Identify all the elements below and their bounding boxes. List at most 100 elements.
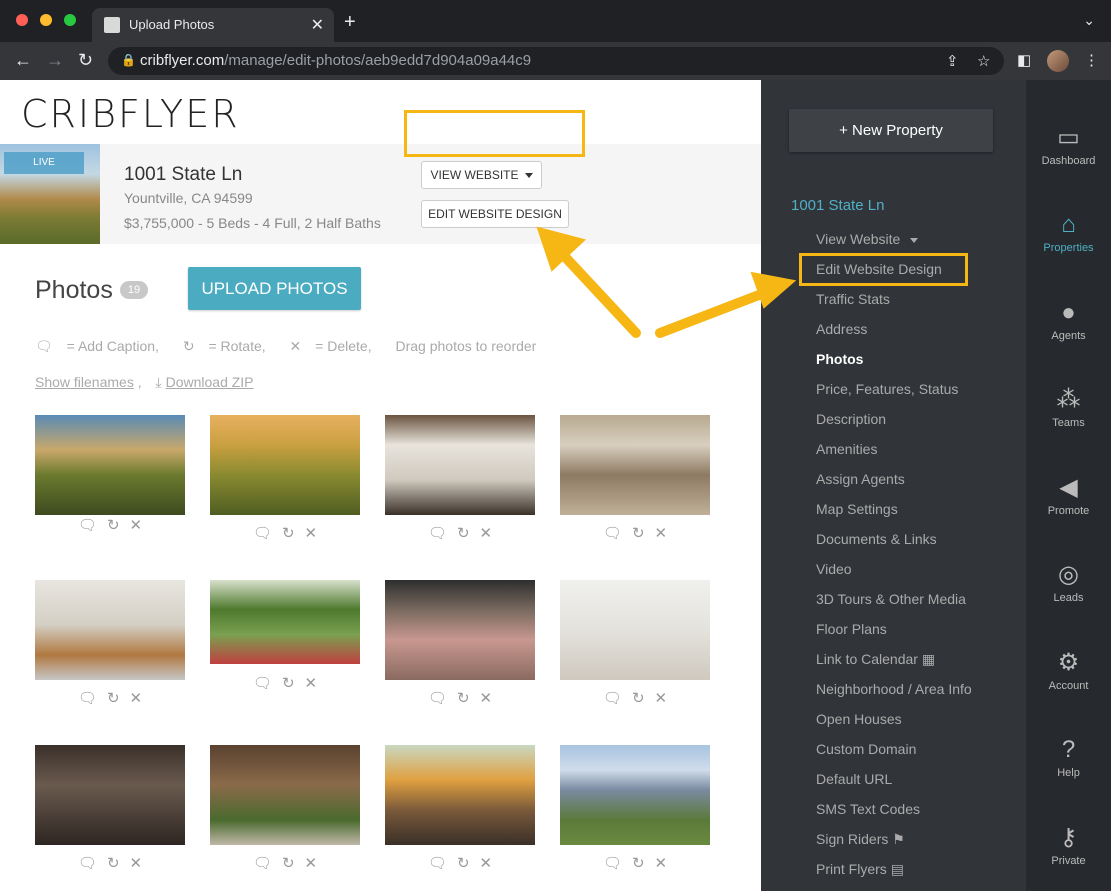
photo-thumbnail[interactable] — [210, 745, 360, 845]
sidebar-item-3d-tours[interactable]: 3D Tours & Other Media — [816, 591, 966, 607]
add-caption-icon[interactable]: 🗨 — [78, 516, 97, 534]
rotate-icon[interactable]: ↻ — [282, 854, 295, 872]
sidebar-item-amenities[interactable]: Amenities — [816, 441, 877, 457]
photo-thumbnail[interactable] — [35, 745, 185, 845]
address-bar[interactable]: 🔒 cribflyer.com/manage/edit-photos/aeb9e… — [108, 47, 1004, 75]
sidebar-item-view-website[interactable]: View Website — [816, 231, 919, 247]
add-caption-icon[interactable]: 🗨 — [428, 854, 447, 872]
add-caption-icon[interactable]: 🗨 — [603, 689, 622, 707]
side-panel-icon[interactable]: ◧ — [1017, 51, 1031, 69]
rotate-icon[interactable]: ↻ — [632, 524, 645, 542]
sidebar-item-video[interactable]: Video — [816, 561, 852, 577]
sidebar-item-neighborhood[interactable]: Neighborhood / Area Info — [816, 681, 972, 697]
bookmark-star-icon[interactable]: ☆ — [977, 52, 990, 70]
nav-promote[interactable]: ◀ Promote — [1026, 474, 1111, 517]
browser-tab[interactable]: Upload Photos ✕ — [92, 8, 334, 42]
close-tab-icon[interactable]: ✕ — [311, 15, 324, 35]
photo-thumbnail[interactable] — [35, 580, 185, 680]
delete-icon[interactable]: ✕ — [130, 854, 143, 872]
photo-thumbnail[interactable] — [560, 745, 710, 845]
delete-icon[interactable]: ✕ — [130, 689, 143, 707]
rotate-icon[interactable]: ↻ — [107, 516, 120, 534]
view-website-button[interactable]: VIEW WEBSITE — [421, 161, 542, 189]
delete-icon[interactable]: ✕ — [655, 854, 668, 872]
delete-icon[interactable]: ✕ — [480, 524, 493, 542]
add-caption-icon[interactable]: 🗨 — [428, 524, 447, 542]
sidebar-item-sign-riders[interactable]: Sign Riders ⚑ — [816, 831, 905, 848]
sidebar-item-print-flyers[interactable]: Print Flyers ▤ — [816, 861, 904, 878]
edit-website-design-button[interactable]: EDIT WEBSITE DESIGN — [421, 200, 569, 228]
nav-agents[interactable]: ● Agents — [1026, 299, 1111, 342]
add-caption-icon[interactable]: 🗨 — [428, 689, 447, 707]
nav-properties[interactable]: ⌂ Properties — [1026, 211, 1111, 254]
nav-leads[interactable]: ◎ Leads — [1026, 561, 1111, 604]
forward-icon[interactable]: → — [46, 50, 64, 71]
tab-search-icon[interactable]: ⌄ — [1083, 12, 1095, 29]
add-caption-icon[interactable]: 🗨 — [603, 524, 622, 542]
add-caption-icon[interactable]: 🗨 — [253, 674, 272, 692]
sidebar-property-name[interactable]: 1001 State Ln — [791, 197, 884, 214]
show-filenames-link[interactable]: Show filenames — [35, 374, 134, 390]
photo-thumbnail[interactable] — [560, 580, 710, 680]
sidebar-item-open-houses[interactable]: Open Houses — [816, 711, 902, 727]
delete-icon[interactable]: ✕ — [130, 516, 143, 534]
property-thumbnail[interactable]: LIVE — [0, 144, 100, 244]
photo-thumbnail[interactable] — [210, 415, 360, 515]
sidebar-item-assign-agents[interactable]: Assign Agents — [816, 471, 905, 487]
rotate-icon[interactable]: ↻ — [457, 524, 470, 542]
photo-thumbnail[interactable] — [210, 580, 360, 664]
sidebar-item-sms-text-codes[interactable]: SMS Text Codes — [816, 801, 920, 817]
rotate-icon[interactable]: ↻ — [107, 689, 120, 707]
delete-icon[interactable]: ✕ — [305, 524, 318, 542]
back-icon[interactable]: ← — [14, 50, 32, 71]
photo-thumbnail[interactable] — [385, 415, 535, 515]
delete-icon[interactable]: ✕ — [480, 854, 493, 872]
sidebar-item-documents-links[interactable]: Documents & Links — [816, 531, 937, 547]
rotate-icon[interactable]: ↻ — [107, 854, 120, 872]
delete-icon[interactable]: ✕ — [655, 689, 668, 707]
sidebar-item-link-to-calendar[interactable]: Link to Calendar ▦ — [816, 651, 935, 668]
rotate-icon[interactable]: ↻ — [632, 689, 645, 707]
more-menu-icon[interactable]: ⋮ — [1084, 51, 1099, 69]
nav-private[interactable]: ⚷ Private — [1026, 824, 1111, 867]
nav-account[interactable]: ⚙ Account — [1026, 649, 1111, 692]
nav-teams[interactable]: ⁂ Teams — [1026, 386, 1111, 429]
rotate-icon[interactable]: ↻ — [282, 524, 295, 542]
upload-photos-button[interactable]: UPLOAD PHOTOS — [188, 267, 361, 310]
brand-logo[interactable]: CRIBFLYER — [21, 92, 240, 136]
photo-thumbnail[interactable] — [385, 580, 535, 680]
share-icon[interactable]: ⇪ — [946, 52, 959, 70]
sidebar-item-floor-plans[interactable]: Floor Plans — [816, 621, 887, 637]
rotate-icon[interactable]: ↻ — [457, 854, 470, 872]
rotate-icon[interactable]: ↻ — [457, 689, 470, 707]
add-caption-icon[interactable]: 🗨 — [603, 854, 622, 872]
nav-dashboard[interactable]: ▭ Dashboard — [1026, 124, 1111, 167]
sidebar-item-price-features-status[interactable]: Price, Features, Status — [816, 381, 958, 397]
reload-icon[interactable]: ↻ — [78, 50, 93, 71]
add-caption-icon[interactable]: 🗨 — [253, 854, 272, 872]
new-tab-icon[interactable]: + — [344, 11, 356, 34]
rotate-icon[interactable]: ↻ — [632, 854, 645, 872]
minimize-window-button[interactable] — [40, 14, 52, 26]
delete-icon[interactable]: ✕ — [480, 689, 493, 707]
photo-thumbnail[interactable] — [385, 745, 535, 845]
add-caption-icon[interactable]: 🗨 — [253, 524, 272, 542]
photo-thumbnail[interactable] — [35, 415, 185, 515]
sidebar-item-default-url[interactable]: Default URL — [816, 771, 892, 787]
add-caption-icon[interactable]: 🗨 — [78, 854, 97, 872]
delete-icon[interactable]: ✕ — [305, 674, 318, 692]
download-zip-link[interactable]: Download ZIP — [166, 374, 254, 390]
sidebar-item-map-settings[interactable]: Map Settings — [816, 501, 898, 517]
close-window-button[interactable] — [16, 14, 28, 26]
sidebar-item-custom-domain[interactable]: Custom Domain — [816, 741, 916, 757]
rotate-icon[interactable]: ↻ — [282, 674, 295, 692]
nav-help[interactable]: ? Help — [1026, 736, 1111, 779]
delete-icon[interactable]: ✕ — [655, 524, 668, 542]
sidebar-item-description[interactable]: Description — [816, 411, 886, 427]
sidebar-item-traffic-stats[interactable]: Traffic Stats — [816, 291, 890, 307]
sidebar-item-photos[interactable]: Photos — [816, 351, 863, 367]
sidebar-item-address[interactable]: Address — [816, 321, 867, 337]
maximize-window-button[interactable] — [64, 14, 76, 26]
add-caption-icon[interactable]: 🗨 — [78, 689, 97, 707]
profile-avatar[interactable] — [1047, 50, 1069, 72]
